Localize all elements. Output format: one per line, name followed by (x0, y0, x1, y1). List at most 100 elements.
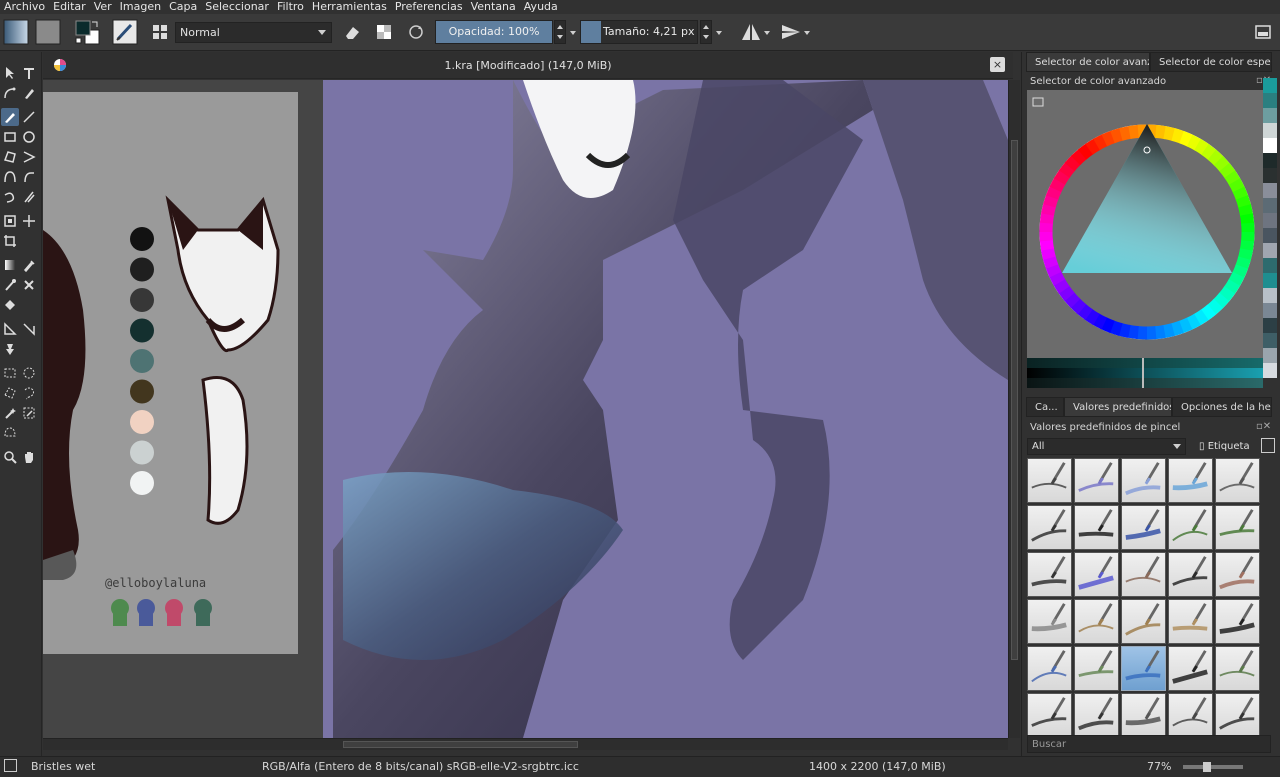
brush-settings-icon[interactable] (147, 19, 173, 45)
tab-tool-options[interactable]: Opciones de la he... (1172, 397, 1272, 417)
brush-preset-27[interactable] (1074, 693, 1119, 738)
menu-item-ayuda[interactable]: Ayuda (520, 0, 562, 14)
size-spinner[interactable] (700, 20, 712, 44)
mirror-horizontal-dropdown-icon[interactable] (764, 31, 770, 35)
menu-item-preferencias[interactable]: Preferencias (391, 0, 467, 14)
brush-preset-8[interactable] (1121, 505, 1166, 550)
fill-colorize-icon[interactable] (20, 276, 38, 294)
horizontal-scrollbar[interactable] (43, 738, 1008, 750)
tab-specific-color-selector[interactable]: Selector de color especif... (1150, 52, 1272, 72)
color-swatch[interactable] (1263, 303, 1277, 318)
brush-preset-26[interactable] (1027, 693, 1072, 738)
brush-search-input[interactable]: Buscar (1027, 735, 1271, 753)
close-document-button[interactable]: × (990, 57, 1005, 72)
bezier-curve-icon[interactable] (1, 168, 19, 186)
opacity-slider[interactable]: Opacidad: 100% (435, 20, 553, 44)
freehand-select-icon[interactable] (20, 384, 38, 402)
brush-preset-21[interactable] (1027, 646, 1072, 691)
color-swatch[interactable] (1263, 288, 1277, 303)
tab-brush-presets[interactable]: Valores predefinidos... (1064, 397, 1172, 417)
zoom-level-label[interactable]: 77% (1147, 760, 1171, 773)
color-swatch[interactable] (1263, 258, 1277, 273)
brush-preset-3[interactable] (1121, 458, 1166, 503)
polyline-tool-icon[interactable] (20, 148, 38, 166)
menu-item-ver[interactable]: Ver (90, 0, 116, 14)
color-swatch[interactable] (1263, 168, 1277, 183)
brush-preset-25[interactable] (1215, 646, 1260, 691)
menu-item-filtro[interactable]: Filtro (273, 0, 308, 14)
tab-layers[interactable]: Ca... (1026, 397, 1064, 417)
brush-preset-13[interactable] (1121, 552, 1166, 597)
smart-patch-icon[interactable] (1, 276, 19, 294)
eraser-mode-icon[interactable] (339, 19, 365, 45)
rect-select-icon[interactable] (1, 364, 19, 382)
edit-shapes-icon[interactable] (1, 84, 19, 102)
ellipse-tool-icon[interactable] (20, 128, 38, 146)
brush-preset-7[interactable] (1074, 505, 1119, 550)
color-swatch[interactable] (1263, 363, 1277, 378)
color-swatch[interactable] (1263, 243, 1277, 258)
color-swatch[interactable] (1263, 273, 1277, 288)
brush-preset-button[interactable] (112, 19, 138, 45)
crop-tool-icon[interactable] (1, 232, 19, 250)
brush-preset-9[interactable] (1168, 505, 1213, 550)
color-swatch[interactable] (1263, 93, 1277, 108)
menu-item-archivo[interactable]: Archivo (0, 0, 49, 14)
color-swatch[interactable] (1263, 138, 1277, 153)
color-swatch[interactable] (1263, 318, 1277, 333)
workspace-icon[interactable] (1250, 19, 1276, 45)
bezier-select-icon[interactable] (1, 424, 19, 442)
brush-preset-20[interactable] (1215, 599, 1260, 644)
color-swatch[interactable] (1263, 123, 1277, 138)
opacity-spinner[interactable] (554, 20, 566, 44)
assistant-tool-icon[interactable] (20, 320, 38, 338)
tab-advanced-color-selector[interactable]: Selector de color avanz... (1026, 52, 1150, 72)
color-picker-icon[interactable] (20, 256, 38, 274)
brush-preset-15[interactable] (1215, 552, 1260, 597)
brush-preset-5[interactable] (1215, 458, 1260, 503)
select-shapes-icon[interactable] (1, 64, 19, 82)
brush-preset-2[interactable] (1074, 458, 1119, 503)
brush-preset-23[interactable] (1121, 646, 1166, 691)
polygon-select-icon[interactable] (1, 384, 19, 402)
gradient-preset-button[interactable] (3, 19, 29, 45)
vertical-scrollbar[interactable] (1008, 80, 1020, 738)
color-swatch[interactable] (1263, 228, 1277, 243)
view-options-icon[interactable] (1261, 438, 1275, 453)
mirror-vertical-dropdown-icon[interactable] (804, 31, 810, 35)
brush-preset-30[interactable] (1215, 693, 1260, 738)
brush-preset-14[interactable] (1168, 552, 1213, 597)
freehand-brush-icon[interactable] (1, 108, 19, 126)
menu-item-imagen[interactable]: Imagen (116, 0, 165, 14)
brush-preset-17[interactable] (1074, 599, 1119, 644)
gradient-tool-icon[interactable] (1, 256, 19, 274)
menu-item-capa[interactable]: Capa (165, 0, 201, 14)
brush-preset-11[interactable] (1027, 552, 1072, 597)
color-swatch[interactable] (1263, 153, 1277, 168)
color-swatch[interactable] (1263, 333, 1277, 348)
brush-preset-22[interactable] (1074, 646, 1119, 691)
multibrush-icon[interactable] (20, 188, 38, 206)
menu-item-editar[interactable]: Editar (49, 0, 90, 14)
color-swatch[interactable] (1263, 183, 1277, 198)
brush-filter-select[interactable]: All (1027, 438, 1186, 455)
brush-preset-16[interactable] (1027, 599, 1072, 644)
mirror-vertical-icon[interactable] (778, 19, 804, 45)
panel-float-close-icon[interactable]: ▫✕ (1256, 421, 1271, 432)
dynamic-brush-icon[interactable] (1, 188, 19, 206)
blend-mode-select[interactable]: Normal (175, 22, 332, 43)
mirror-horizontal-icon[interactable] (738, 19, 764, 45)
rectangle-tool-icon[interactable] (1, 128, 19, 146)
reload-preset-icon[interactable] (403, 19, 429, 45)
color-swatch[interactable] (1263, 108, 1277, 123)
color-swatch[interactable] (1263, 198, 1277, 213)
menu-item-herramientas[interactable]: Herramientas (308, 0, 391, 14)
brush-preset-6[interactable] (1027, 505, 1072, 550)
measure-tool-icon[interactable] (1, 320, 19, 338)
zoom-tool-icon[interactable] (1, 448, 19, 466)
canvas[interactable]: @elloboylaluna (43, 80, 1008, 738)
color-swatch[interactable] (1263, 348, 1277, 363)
color-settings-icon[interactable] (1032, 97, 1044, 107)
foreground-background-color-icon[interactable] (74, 19, 100, 45)
brush-preset-10[interactable] (1215, 505, 1260, 550)
